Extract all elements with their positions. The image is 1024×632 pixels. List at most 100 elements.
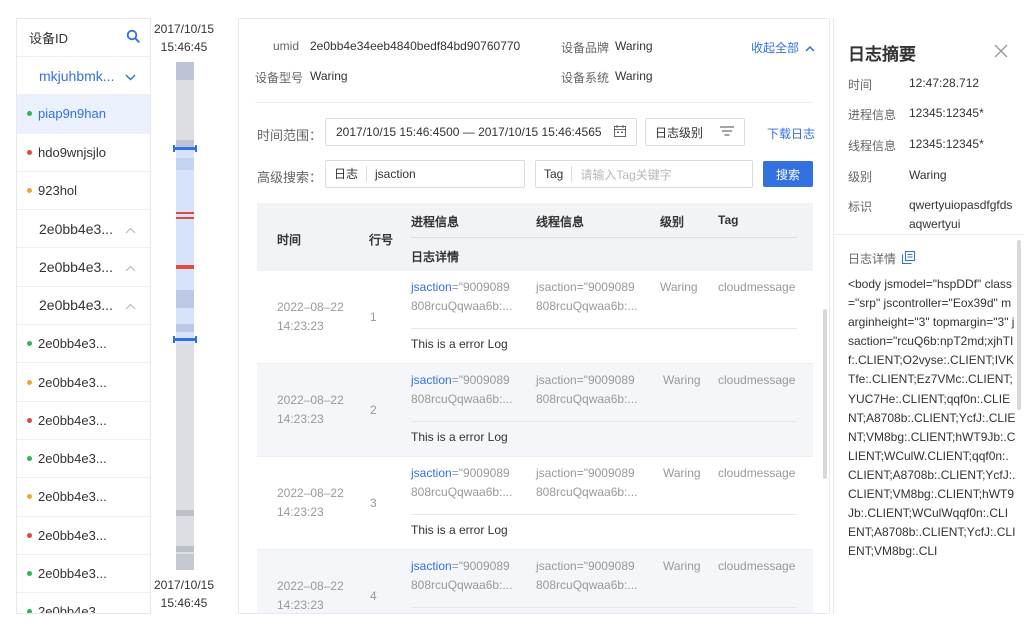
table-row[interactable]: 2022–08–22 14:23:23 1 jsaction="9009089 808r… [257,271,813,364]
device-list-header: 设备ID [17,19,150,57]
timeline-segment [176,510,194,516]
device-item[interactable]: 2e0bb4e3... [17,555,150,594]
filter-icon [720,125,734,139]
row-thread-2: 808rcuQqwaa6b:... [536,392,638,406]
device-item[interactable]: 2e0bb4e3... [17,440,150,479]
table-row[interactable]: 2022–08–22 14:23:23 3 jsaction="9009089 808r… [257,457,813,550]
table-row[interactable]: 2022–08–22 14:23:23 2 jsaction="9009089 808r… [257,364,813,457]
device-item-label: 923hol [38,183,78,199]
device-group-label: 2e0bb4e3... [39,297,113,314]
close-icon[interactable] [992,42,1010,60]
device-group[interactable]: mkjuhbmk... [17,57,150,96]
device-group[interactable]: 2e0bb4e3... [17,248,150,287]
row-process-2: 808rcuQqwaa6b:... [411,485,513,499]
row-thread-1: jsaction="9009089 [536,280,635,294]
row-thread-1: jsaction="9009089 [536,559,635,573]
row-process-keyword[interactable]: jsaction [411,373,452,387]
summary-time-label: 时间 [848,78,873,92]
brand-value: Waring [615,39,653,53]
row-date: 2022–08–22 [277,486,344,500]
row-process-1: jsaction="9009089 [411,278,510,297]
device-item[interactable]: 2e0bb4e3... [17,325,150,364]
device-list: mkjuhbmk... piap9n9han hdo9wnjsjlo 923hol 2e… [17,57,150,613]
chevron-up-icon[interactable] [125,297,136,313]
device-item[interactable]: hdo9wnjsjlo [17,134,150,172]
search-field-type[interactable]: 日志 [326,166,368,182]
device-item[interactable]: 923hol [17,172,150,211]
row-level: Waring [663,559,701,573]
status-dot [27,571,32,576]
chevron-up-icon[interactable] [125,221,136,237]
device-item[interactable]: 2e0bb4e3... [17,402,150,440]
row-time: 14:23:23 [277,505,324,519]
scrollbar[interactable] [823,309,827,479]
timeline-end-date: 2017/10/15 [153,578,215,592]
calendar-icon [614,124,626,140]
device-item[interactable]: 2e0bb4e3... [17,517,150,555]
table-header: 时间 行号 进程信息 线程信息 级别 Tag 日志详情 [257,203,813,271]
summary-title: 日志摘要 [848,45,916,64]
tag-search-field[interactable]: Tag 请输入Tag关键字 [535,160,753,188]
timeline-start-handle[interactable] [173,145,197,152]
row-process-keyword[interactable]: jsaction [411,466,452,480]
search-button[interactable]: 搜索 [763,161,813,187]
row-process-rest: ="9009089 [451,373,510,387]
device-item[interactable]: 2e0bb4e3... [17,478,150,517]
log-level-placeholder: 日志级别 [655,125,704,140]
header-divider [411,237,797,238]
device-item-label: 2e0bb4e3... [38,489,107,505]
timeline-error-mark [176,265,194,269]
row-time: 14:23:23 [277,412,324,426]
time-range-picker[interactable]: 2017/10/15 15:46:4500 — 2017/10/15 15:46… [325,118,637,146]
row-time: 14:23:23 [277,319,324,333]
timeline-track[interactable] [173,62,197,570]
log-main-panel: umid 2e0bb4e34eeb4840bedf84bd90760770 设备… [238,18,830,614]
row-level: Waring [663,373,701,387]
col-thread: 线程信息 [536,215,585,229]
row-date: 2022–08–22 [277,579,344,593]
copy-icon[interactable] [901,250,916,267]
device-item[interactable]: 2e0bb4e3... [17,593,150,613]
row-thread-1: jsaction="9009089 [536,373,635,387]
log-level-select[interactable]: 日志级别 [645,118,745,146]
system-label: 设备系统 [561,71,610,85]
brand-label: 设备品牌 [561,41,610,55]
row-thread-2: 808rcuQqwaa6b:... [536,485,638,499]
row-process-keyword[interactable]: jsaction [411,280,452,294]
search-icon[interactable] [126,29,140,46]
collapse-all-button[interactable]: 收起全部 [751,39,815,56]
device-item-label: 2e0bb4e3... [38,412,107,428]
model-value: Waring [310,69,348,83]
status-dot [27,494,32,500]
device-group[interactable]: 2e0bb4e3... [17,287,150,326]
table-body: 2022–08–22 14:23:23 1 jsaction="9009089 808r… [257,271,813,613]
log-search-field[interactable]: 日志 jsaction [325,160,525,188]
table-row[interactable]: 2022–08–22 14:23:23 4 jsaction="9009089 808r… [257,550,813,613]
summary-tag-value: qwertyuiopasdfgfdsaqwertyui [909,198,1013,231]
row-process-keyword[interactable]: jsaction [411,559,452,573]
summary-thread-value: 12345:12345* [909,137,984,151]
chevron-up-icon[interactable] [125,259,136,275]
device-group[interactable]: 2e0bb4e3... [17,210,150,249]
status-dot [27,417,32,423]
row-message: This is a error Log [411,523,508,537]
row-line: 2 [370,403,377,417]
download-log-link[interactable]: 下载日志 [767,125,815,142]
device-item[interactable]: 2e0bb4e3... [17,363,150,402]
timeline-segment [176,158,194,170]
log-search-input[interactable]: jsaction [367,167,416,181]
timeline-start-date: 2017/10/15 [153,22,215,36]
summary-scrollbar[interactable] [1017,240,1021,410]
timeline-end-handle[interactable] [173,336,197,343]
chevron-down-icon[interactable] [125,68,136,84]
row-date: 2022–08–22 [277,393,344,407]
row-level: Waring [663,466,701,480]
col-tag: Tag [718,213,739,227]
device-id-title: 设备ID [29,31,69,46]
summary-level-value: Waring [909,168,947,182]
timeline: 2017/10/15 15:46:45 2017/10/15 15:46:45 [151,18,217,614]
device-item-label: hdo9wnjsjlo [38,144,106,160]
device-item[interactable]: piap9n9han [17,95,150,134]
device-group-label: 2e0bb4e3... [39,220,113,237]
tag-search-input[interactable]: 请输入Tag关键字 [572,166,671,183]
